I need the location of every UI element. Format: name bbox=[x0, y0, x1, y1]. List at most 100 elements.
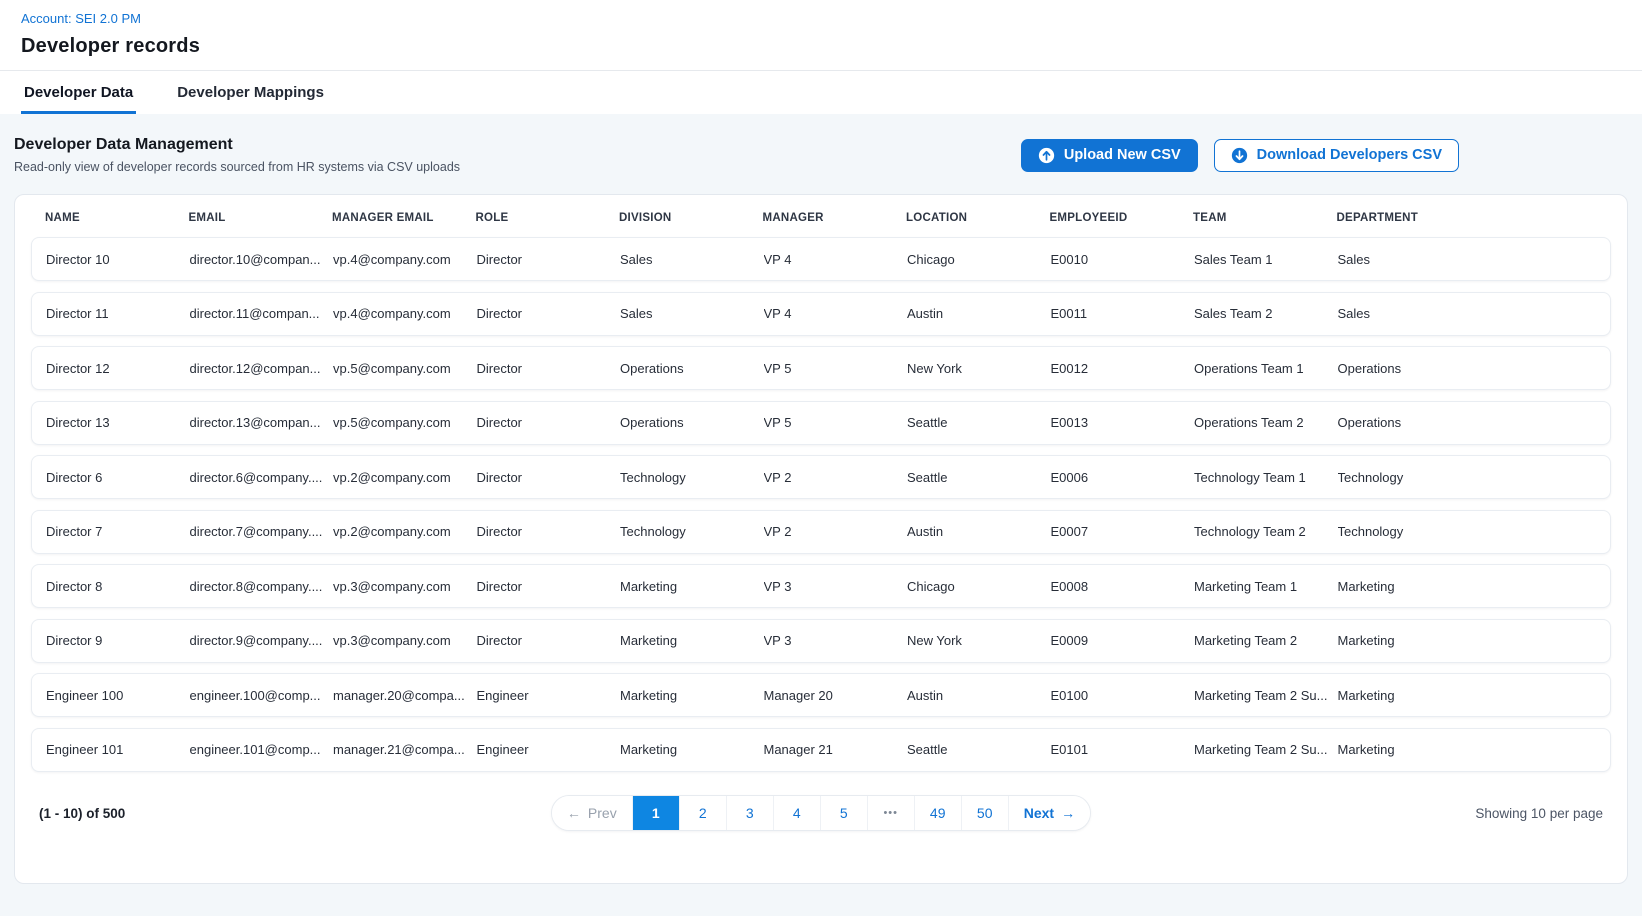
cell-email: director.10@compan... bbox=[190, 252, 334, 267]
cell-location: Austin bbox=[907, 524, 1051, 539]
cell-team: Marketing Team 2 Su... bbox=[1194, 688, 1338, 703]
account-breadcrumb-link[interactable]: Account: SEI 2.0 PM bbox=[21, 11, 141, 26]
column-header-name: NAME bbox=[45, 212, 189, 224]
cell-email: director.12@compan... bbox=[190, 361, 334, 376]
cell-name: Engineer 100 bbox=[46, 688, 190, 703]
table-row[interactable]: Director 11director.11@compan...vp.4@com… bbox=[31, 292, 1611, 336]
cell-location: Seattle bbox=[907, 470, 1051, 485]
cell-manager_email: vp.5@company.com bbox=[333, 361, 477, 376]
cell-employee_id: E0008 bbox=[1051, 579, 1195, 594]
table-row[interactable]: Director 13director.13@compan...vp.5@com… bbox=[31, 401, 1611, 445]
cell-location: New York bbox=[907, 633, 1051, 648]
cell-division: Operations bbox=[620, 415, 764, 430]
results-range-label: (1 - 10) of 500 bbox=[39, 806, 551, 821]
cell-department: Marketing bbox=[1338, 742, 1482, 757]
pager-label: 2 bbox=[699, 805, 707, 821]
table-body: Director 10director.10@compan...vp.4@com… bbox=[15, 237, 1627, 772]
cell-employee_id: E0100 bbox=[1051, 688, 1195, 703]
page-button-50[interactable]: 50 bbox=[961, 796, 1008, 830]
column-header-manager: MANAGER bbox=[763, 212, 907, 224]
cell-employee_id: E0101 bbox=[1051, 742, 1195, 757]
page-button-3[interactable]: 3 bbox=[726, 796, 773, 830]
page-button-5[interactable]: 5 bbox=[820, 796, 867, 830]
table-row[interactable]: Director 9director.9@company....vp.3@com… bbox=[31, 619, 1611, 663]
cell-role: Director bbox=[477, 252, 621, 267]
column-header-employee_id: EMPLOYEEID bbox=[1050, 212, 1194, 224]
column-header-manager_email: MANAGER EMAIL bbox=[332, 212, 476, 224]
cell-name: Director 9 bbox=[46, 633, 190, 648]
section-titles: Developer Data Management Read-only view… bbox=[14, 136, 460, 174]
cell-role: Engineer bbox=[477, 742, 621, 757]
next-page-button[interactable]: Next → bbox=[1008, 796, 1090, 830]
prev-page-button[interactable]: ←Prev bbox=[552, 796, 632, 830]
page-button-49[interactable]: 49 bbox=[914, 796, 961, 830]
upload-new-csv-button[interactable]: Upload New CSV bbox=[1021, 139, 1198, 172]
cell-manager_email: vp.2@company.com bbox=[333, 524, 477, 539]
cell-department: Operations bbox=[1338, 361, 1482, 376]
cell-employee_id: E0010 bbox=[1051, 252, 1195, 267]
cell-team: Marketing Team 1 bbox=[1194, 579, 1338, 594]
developer-data-table: NAMEEMAILMANAGER EMAILROLEDIVISIONMANAGE… bbox=[14, 194, 1628, 884]
pager-label: 4 bbox=[793, 805, 801, 821]
cell-role: Director bbox=[477, 415, 621, 430]
section-subtitle: Read-only view of developer records sour… bbox=[14, 160, 460, 174]
cell-email: director.9@company.... bbox=[190, 633, 334, 648]
cell-role: Director bbox=[477, 524, 621, 539]
table-row[interactable]: Director 10director.10@compan...vp.4@com… bbox=[31, 237, 1611, 281]
cell-location: Seattle bbox=[907, 742, 1051, 757]
upload-circle-icon bbox=[1038, 147, 1055, 164]
cell-manager_email: vp.3@company.com bbox=[333, 633, 477, 648]
cell-department: Technology bbox=[1338, 470, 1482, 485]
column-header-department: DEPARTMENT bbox=[1337, 212, 1481, 224]
cell-email: director.13@compan... bbox=[190, 415, 334, 430]
tab-developer-data[interactable]: Developer Data bbox=[21, 71, 136, 114]
cell-division: Marketing bbox=[620, 633, 764, 648]
per-page-label: Showing 10 per page bbox=[1091, 806, 1603, 821]
download-developers-csv-button[interactable]: Download Developers CSV bbox=[1214, 139, 1459, 172]
section-header: Developer Data Management Read-only view… bbox=[14, 136, 1628, 194]
table-row[interactable]: Engineer 101engineer.101@comp...manager.… bbox=[31, 728, 1611, 772]
content-area: Developer Data Management Read-only view… bbox=[0, 114, 1642, 916]
pagination-control: ←Prev12345•••4950Next→ bbox=[551, 795, 1091, 831]
cell-team: Sales Team 2 bbox=[1194, 306, 1338, 321]
cell-manager: Manager 21 bbox=[764, 742, 908, 757]
cell-division: Marketing bbox=[620, 688, 764, 703]
cell-division: Operations bbox=[620, 361, 764, 376]
pager-label: Next bbox=[1024, 805, 1054, 821]
cell-manager: VP 5 bbox=[764, 361, 908, 376]
cell-role: Director bbox=[477, 579, 621, 594]
cell-email: director.7@company.... bbox=[190, 524, 334, 539]
arrow-right-icon: → bbox=[1061, 806, 1075, 820]
table-row[interactable]: Director 7director.7@company....vp.2@com… bbox=[31, 510, 1611, 554]
cell-division: Technology bbox=[620, 524, 764, 539]
page-button-2[interactable]: 2 bbox=[679, 796, 726, 830]
cell-department: Marketing bbox=[1338, 579, 1482, 594]
cell-location: Austin bbox=[907, 306, 1051, 321]
cell-department: Technology bbox=[1338, 524, 1482, 539]
cell-department: Sales bbox=[1338, 306, 1482, 321]
column-header-location: LOCATION bbox=[906, 212, 1050, 224]
column-header-team: TEAM bbox=[1193, 212, 1337, 224]
pager-label: 1 bbox=[652, 805, 660, 821]
tab-bar: Developer Data Developer Mappings bbox=[0, 70, 1642, 114]
cell-manager: Manager 20 bbox=[764, 688, 908, 703]
table-row[interactable]: Director 12director.12@compan...vp.5@com… bbox=[31, 346, 1611, 390]
tab-developer-mappings[interactable]: Developer Mappings bbox=[174, 71, 327, 114]
cell-name: Director 10 bbox=[46, 252, 190, 267]
cell-role: Director bbox=[477, 633, 621, 648]
cell-manager_email: manager.20@compa... bbox=[333, 688, 477, 703]
arrow-left-icon: ← bbox=[567, 806, 581, 820]
table-row[interactable]: Engineer 100engineer.100@comp...manager.… bbox=[31, 673, 1611, 717]
pager-label: 5 bbox=[840, 805, 848, 821]
cell-employee_id: E0011 bbox=[1051, 306, 1195, 321]
cell-manager_email: vp.2@company.com bbox=[333, 470, 477, 485]
cell-team: Technology Team 1 bbox=[1194, 470, 1338, 485]
page-button-4[interactable]: 4 bbox=[773, 796, 820, 830]
page-button-1[interactable]: 1 bbox=[632, 796, 679, 830]
table-row[interactable]: Director 6director.6@company....vp.2@com… bbox=[31, 455, 1611, 499]
cell-email: engineer.100@comp... bbox=[190, 688, 334, 703]
cell-manager: VP 4 bbox=[764, 306, 908, 321]
cell-role: Director bbox=[477, 361, 621, 376]
table-row[interactable]: Director 8director.8@company....vp.3@com… bbox=[31, 564, 1611, 608]
cell-department: Operations bbox=[1338, 415, 1482, 430]
